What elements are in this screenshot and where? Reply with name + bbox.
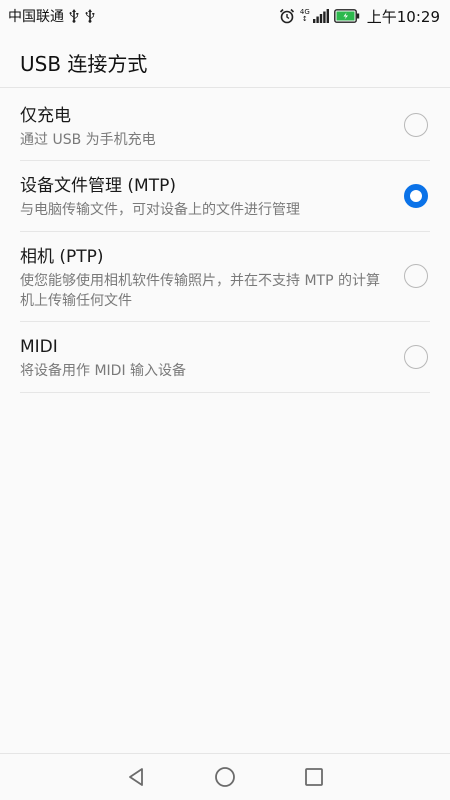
- option-midi[interactable]: MIDI 将设备用作 MIDI 输入设备: [20, 322, 430, 393]
- network-type: 4G ↕: [299, 8, 310, 23]
- option-charge-only[interactable]: 仅充电 通过 USB 为手机充电: [20, 90, 430, 161]
- battery-icon: [333, 9, 360, 23]
- status-bar: 中国联通 4G ↕ 上午10:29: [0, 0, 450, 32]
- usb-icon-secondary: [84, 9, 96, 23]
- circle-home-icon[interactable]: [214, 766, 236, 788]
- option-title: 相机 (PTP): [20, 247, 104, 267]
- option-description: 通过 USB 为手机充电: [20, 132, 156, 148]
- navigation-bar: [0, 753, 450, 800]
- option-title: 仅充电: [20, 106, 71, 126]
- screen: 中国联通 4G ↕ 上午10:29 USB 连接方式 仅充电 通过 USB 为手…: [0, 0, 450, 800]
- clock: 上午10:29: [366, 7, 440, 26]
- radio-midi[interactable]: [404, 345, 428, 369]
- option-mtp[interactable]: 设备文件管理 (MTP) 与电脑传输文件，可对设备上的文件进行管理: [20, 161, 430, 232]
- radio-charge-only[interactable]: [404, 113, 428, 137]
- usb-icon: [68, 9, 80, 23]
- radio-mtp[interactable]: [404, 184, 428, 208]
- option-description: 使您能够使用相机软件传输照片，并在不支持 MTP 的计算机上传输任何文件: [20, 273, 380, 309]
- carrier-label: 中国联通: [8, 9, 64, 25]
- triangle-back-icon[interactable]: [126, 767, 146, 787]
- option-ptp[interactable]: 相机 (PTP) 使您能够使用相机软件传输照片，并在不支持 MTP 的计算机上传…: [20, 232, 430, 322]
- title-bar: USB 连接方式: [0, 32, 450, 88]
- square-recents-icon[interactable]: [304, 767, 324, 787]
- radio-ptp[interactable]: [404, 264, 428, 288]
- option-description: 将设备用作 MIDI 输入设备: [20, 363, 187, 379]
- status-left: 中国联通: [0, 6, 96, 26]
- alarm-icon: [279, 8, 295, 24]
- page-title: USB 连接方式: [20, 52, 148, 76]
- option-title: 设备文件管理 (MTP): [20, 176, 176, 196]
- option-title: MIDI: [20, 337, 58, 357]
- signal-icon: [312, 9, 329, 23]
- option-description: 与电脑传输文件，可对设备上的文件进行管理: [20, 202, 300, 218]
- usb-mode-list: 仅充电 通过 USB 为手机充电 设备文件管理 (MTP) 与电脑传输文件，可对…: [20, 90, 430, 393]
- status-right: 4G ↕ 上午10:29: [279, 6, 450, 27]
